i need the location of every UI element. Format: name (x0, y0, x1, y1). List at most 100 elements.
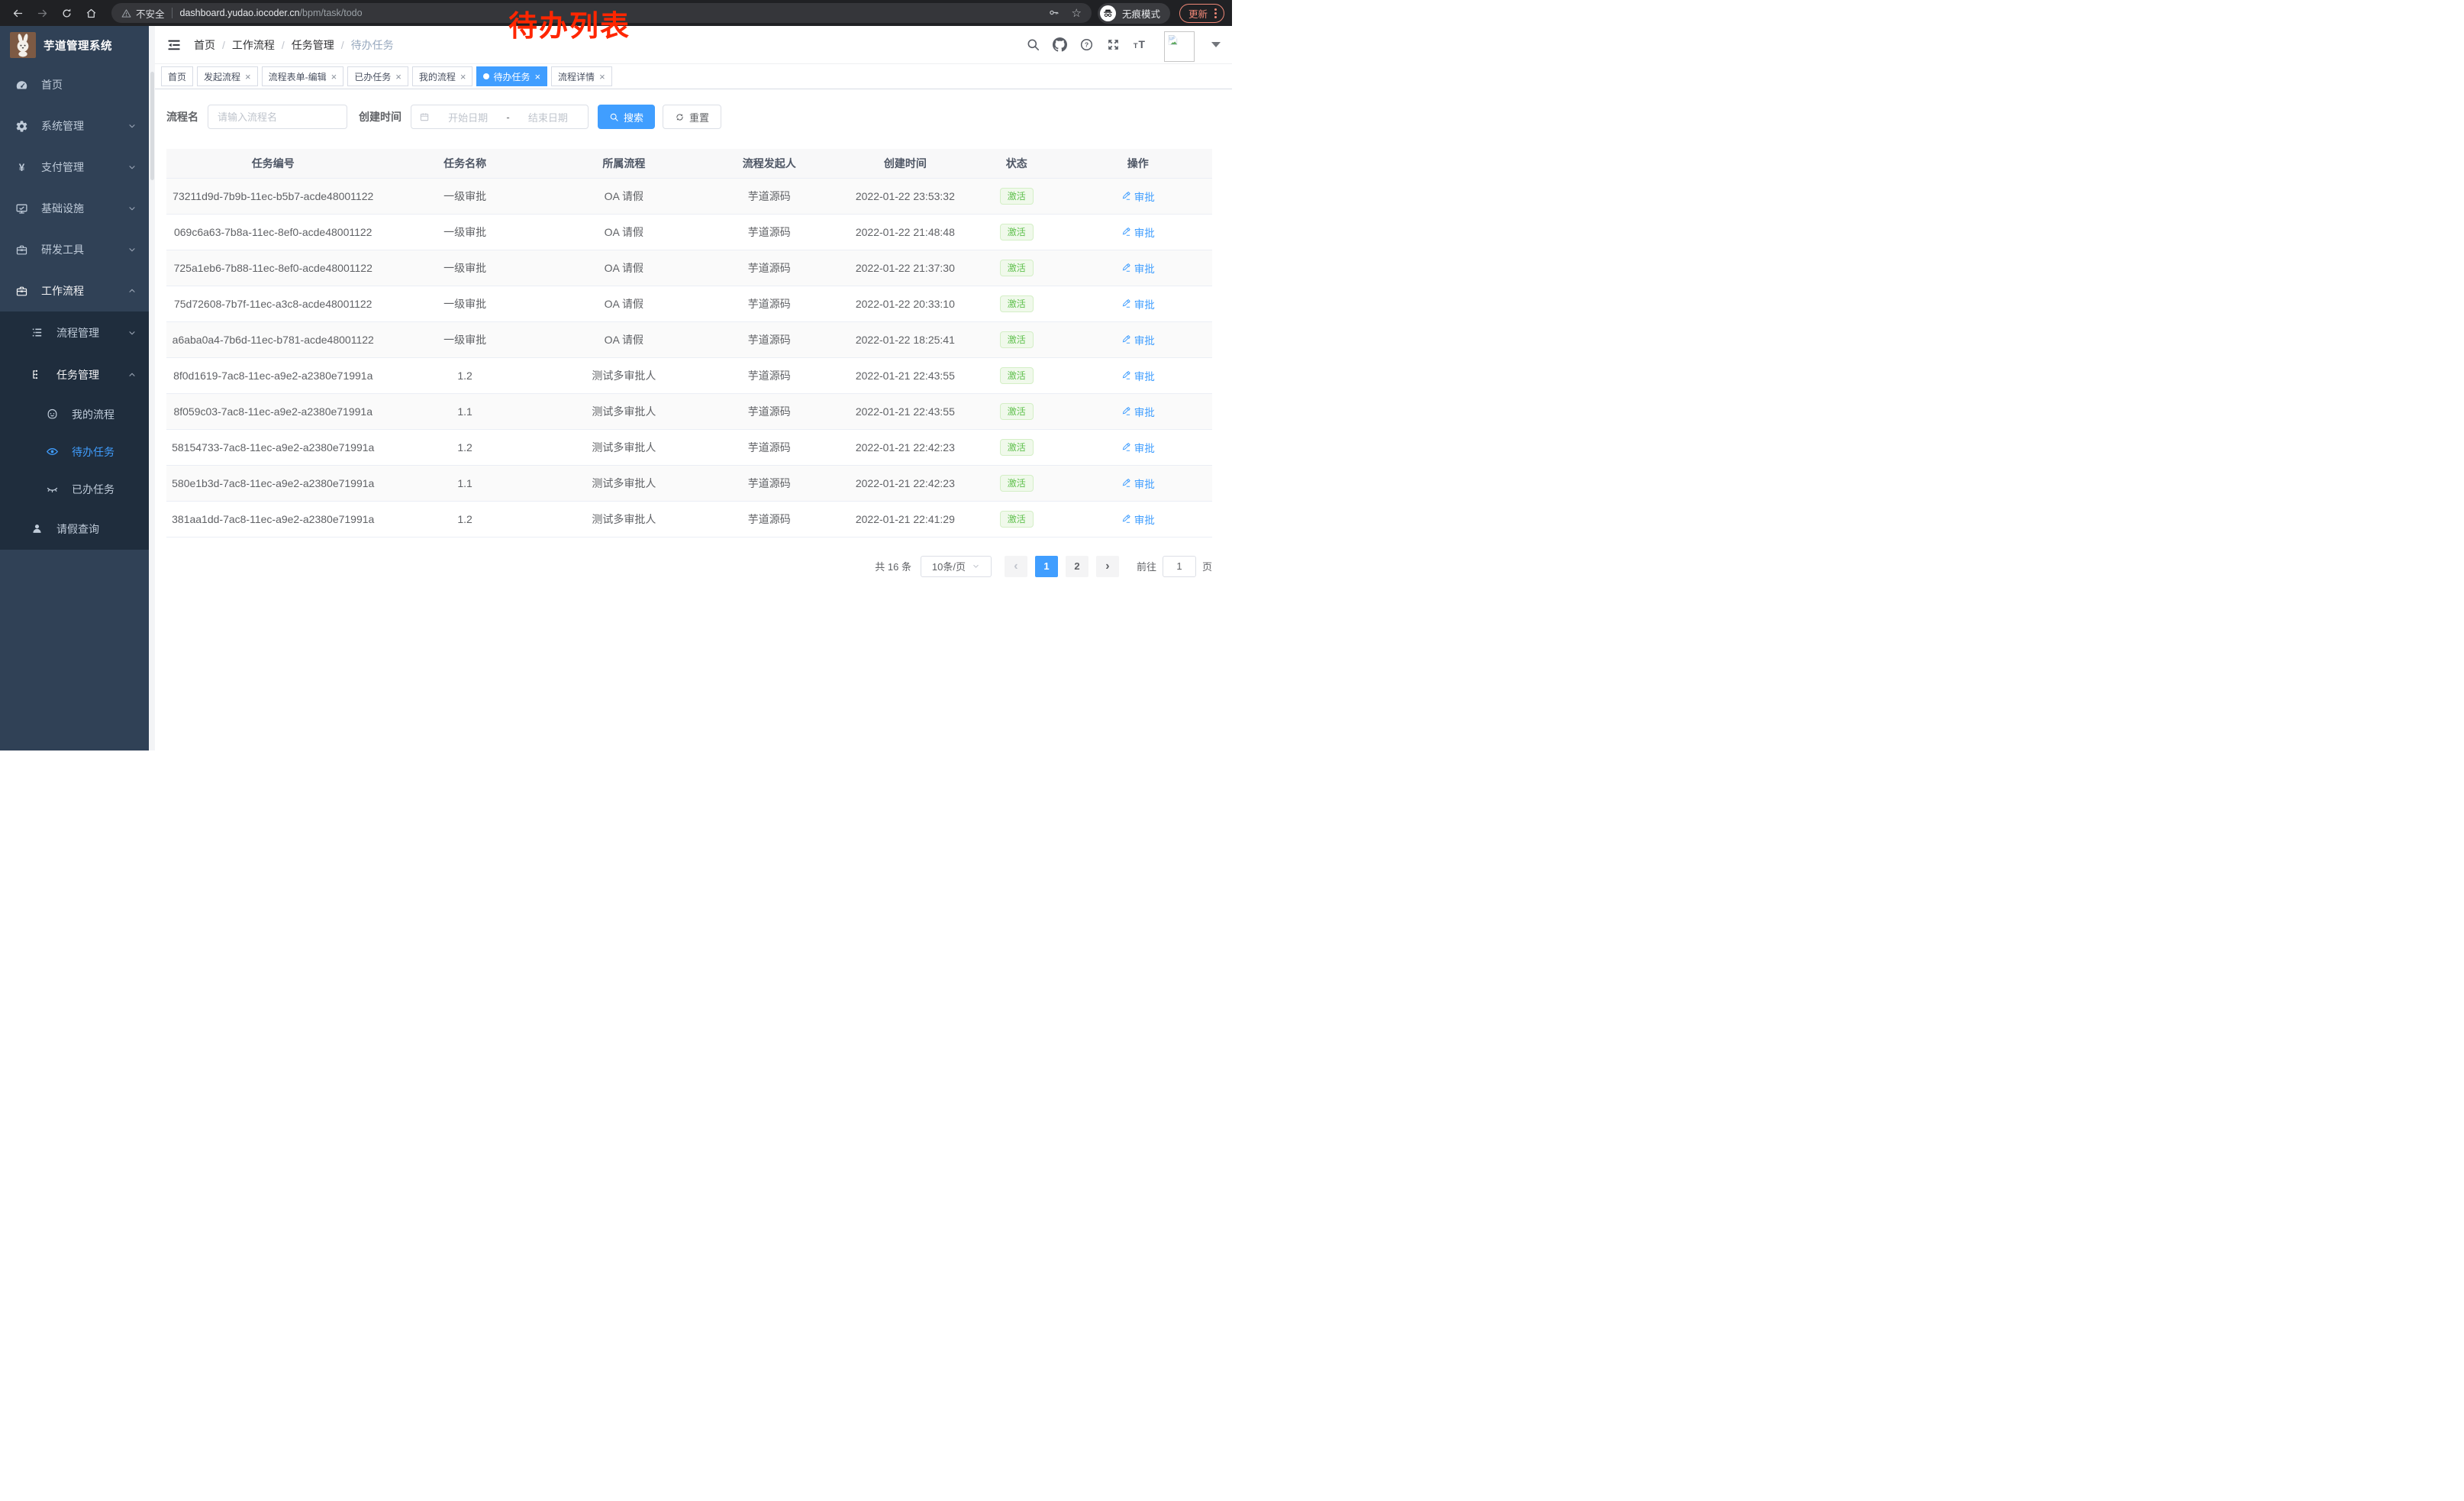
approve-link[interactable]: 审批 (1121, 332, 1155, 347)
task-name-cell: 一级审批 (379, 321, 550, 357)
status-badge: 激活 (1000, 331, 1034, 348)
tab-close-icon[interactable]: × (460, 72, 466, 82)
font-size-icon[interactable] (1133, 37, 1147, 52)
sidebar-item[interactable]: 任务管理 (0, 353, 149, 395)
tab-close-icon[interactable]: × (534, 72, 540, 82)
page-size-select[interactable]: 10条/页 (921, 556, 992, 577)
tab[interactable]: 发起流程 × (197, 66, 258, 86)
page-number-button[interactable]: 2 (1066, 556, 1088, 577)
approve-link[interactable]: 审批 (1121, 368, 1155, 383)
browser-home-button[interactable] (81, 3, 101, 23)
table-header-cell: 任务编号 (166, 149, 379, 178)
github-icon[interactable] (1053, 37, 1067, 52)
table-row: 58154733-7ac8-11ec-a9e2-a2380e71991a 1.2… (166, 429, 1212, 465)
sidebar-collapse-icon[interactable] (166, 37, 182, 53)
tab[interactable]: 流程表单-编辑 × (262, 66, 344, 86)
tab[interactable]: 待办任务 × (476, 66, 547, 86)
tab-close-icon[interactable]: × (395, 72, 402, 82)
goto-label: 前往 (1137, 559, 1156, 573)
task-id-cell: 8f059c03-7ac8-11ec-a9e2-a2380e71991a (166, 393, 379, 429)
search-icon[interactable] (1026, 37, 1040, 52)
task-id-cell: a6aba0a4-7b6d-11ec-b781-acde48001122 (166, 321, 379, 357)
approve-link[interactable]: 审批 (1121, 189, 1155, 204)
sidebar-item[interactable]: 基础设施 (0, 188, 149, 229)
tab-close-icon[interactable]: × (245, 72, 251, 82)
bookmark-star-icon[interactable]: ☆ (1072, 8, 1082, 19)
approve-link[interactable]: 审批 (1121, 296, 1155, 311)
avatar-dropdown-caret-icon[interactable] (1211, 42, 1221, 47)
eye-icon (46, 445, 59, 458)
browser-menu-icon[interactable] (1214, 8, 1217, 18)
incognito-badge: 无痕模式 (1098, 3, 1170, 24)
task-name-cell: 1.1 (379, 465, 550, 501)
breadcrumb-item[interactable]: 待办任务 (351, 37, 394, 53)
prev-page-button[interactable]: ‹ (1005, 556, 1027, 577)
approve-link[interactable]: 审批 (1121, 476, 1155, 491)
tab-close-icon[interactable]: × (599, 72, 605, 82)
start-date-placeholder[interactable]: 开始日期 (436, 110, 500, 124)
avatar[interactable] (1164, 31, 1195, 62)
goto-page-input[interactable] (1163, 556, 1196, 577)
process-name-input[interactable] (208, 105, 347, 129)
reset-button[interactable]: 重置 (663, 105, 721, 129)
tab[interactable]: 我的流程 × (412, 66, 473, 86)
status-badge: 激活 (1000, 260, 1034, 276)
task-id-cell: 75d72608-7b7f-11ec-a3c8-acde48001122 (166, 286, 379, 321)
sidebar-item[interactable]: 已办任务 (0, 470, 149, 508)
sidebar-submenu: 流程管理 任务管理 我的流程 待办任务 (0, 311, 149, 550)
starter-cell: 芋道源码 (698, 250, 841, 286)
sidebar-item[interactable]: 首页 (0, 64, 149, 105)
browser-forward-button[interactable] (32, 3, 52, 23)
key-icon[interactable] (1048, 7, 1060, 19)
sidebar-item[interactable]: 流程管理 (0, 311, 149, 353)
breadcrumb-item[interactable]: 首页 (194, 37, 232, 53)
sidebar-item-label: 流程管理 (56, 325, 99, 341)
status-badge: 激活 (1000, 511, 1034, 528)
search-button[interactable]: 搜索 (598, 105, 655, 129)
task-id-cell: 58154733-7ac8-11ec-a9e2-a2380e71991a (166, 429, 379, 465)
scrollbar-thumb[interactable] (150, 72, 154, 180)
date-range-picker[interactable]: 开始日期 - 结束日期 (411, 105, 589, 129)
app-logo-row: 芋道管理系统 (0, 26, 149, 64)
task-name-cell: 1.2 (379, 429, 550, 465)
approve-link[interactable]: 审批 (1121, 260, 1155, 276)
gear-icon (15, 120, 28, 133)
tab[interactable]: 首页 (161, 66, 193, 86)
breadcrumb-item[interactable]: 任务管理 (292, 37, 351, 53)
sidebar-item[interactable]: 工作流程 (0, 270, 149, 311)
next-page-button[interactable]: › (1096, 556, 1119, 577)
breadcrumb-item[interactable]: 工作流程 (232, 37, 292, 53)
fullscreen-icon[interactable] (1106, 37, 1121, 52)
browser-chrome: 不安全 dashboard.yudao.iocoder.cn /bpm/task… (0, 0, 1232, 26)
task-name-cell: 一级审批 (379, 178, 550, 214)
security-label[interactable]: 不安全 (136, 6, 165, 21)
sidebar-item[interactable]: 支付管理 (0, 147, 149, 188)
address-bar[interactable]: 不安全 dashboard.yudao.iocoder.cn /bpm/task… (111, 3, 1092, 23)
tab-label: 发起流程 (204, 70, 240, 83)
sidebar-item[interactable]: 请假查询 (0, 508, 149, 550)
table-header-cell: 流程发起人 (698, 149, 841, 178)
sidebar-item[interactable]: 待办任务 (0, 433, 149, 470)
sidebar-item[interactable]: 系统管理 (0, 105, 149, 147)
help-icon[interactable] (1079, 37, 1094, 52)
approve-link[interactable]: 审批 (1121, 404, 1155, 419)
approve-link[interactable]: 审批 (1121, 512, 1155, 527)
browser-back-button[interactable] (8, 3, 27, 23)
page-number-button[interactable]: 1 (1035, 556, 1058, 577)
tab[interactable]: 已办任务 × (347, 66, 408, 86)
browser-update-button[interactable]: 更新 (1179, 4, 1224, 23)
approve-link[interactable]: 审批 (1121, 440, 1155, 455)
sidebar-item[interactable]: 研发工具 (0, 229, 149, 270)
approve-link[interactable]: 审批 (1121, 224, 1155, 240)
sidebar-item[interactable]: 我的流程 (0, 395, 149, 433)
table-row: 75d72608-7b7f-11ec-a3c8-acde48001122 一级审… (166, 286, 1212, 321)
sidebar-item-label: 研发工具 (41, 242, 84, 257)
sidebar-scrollbar[interactable] (149, 26, 155, 750)
tab[interactable]: 流程详情 × (551, 66, 612, 86)
tab-close-icon[interactable]: × (331, 72, 337, 82)
sidebar-item-label: 工作流程 (41, 283, 84, 299)
end-date-placeholder[interactable]: 结束日期 (516, 110, 580, 124)
table-header-cell: 所属流程 (550, 149, 698, 178)
browser-reload-button[interactable] (56, 3, 76, 23)
task-table: 任务编号任务名称所属流程流程发起人创建时间状态操作 73211d9d-7b9b-… (166, 149, 1212, 537)
